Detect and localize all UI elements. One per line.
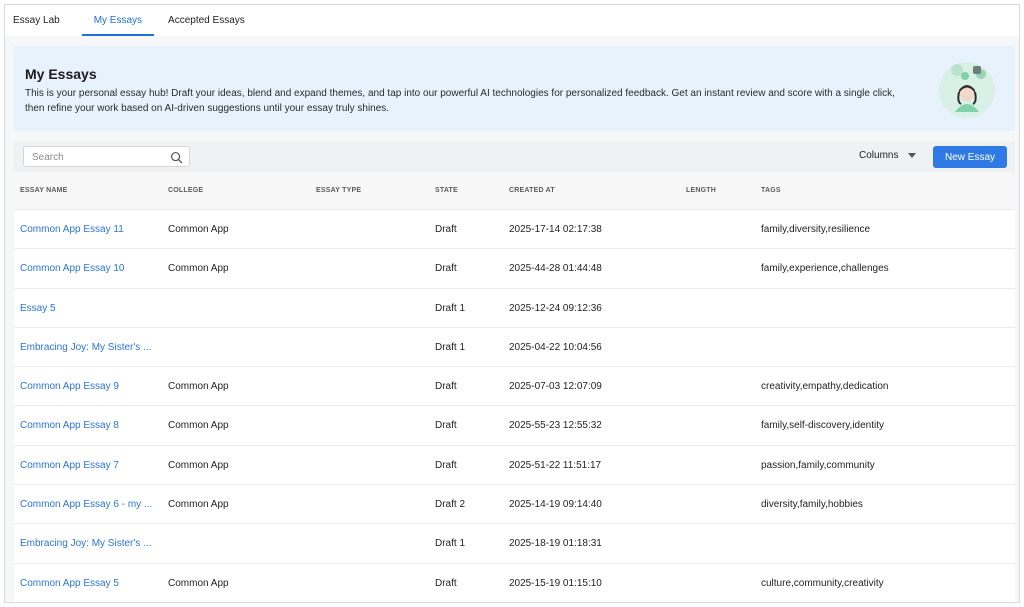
table-row[interactable]: Common App Essay 11 Common App Draft 202… <box>14 210 1015 250</box>
tags-cell: passion,family,community <box>761 459 875 471</box>
intro-description: This is your personal essay hub! Draft y… <box>25 88 895 114</box>
tab-essay-lab[interactable]: Essay Lab <box>5 5 68 36</box>
essay-name-link[interactable]: Common App Essay 7 <box>20 460 160 471</box>
tags-cell: family,diversity,resilience <box>761 224 871 235</box>
state-cell: Draft 1 <box>435 302 466 314</box>
essay-name-link[interactable]: Embracing Joy: My Sister's ... <box>20 538 160 549</box>
header-created-at[interactable]: CREATED AT <box>509 187 555 194</box>
college-cell: Common App <box>168 224 229 235</box>
essays-table: ESSAY NAME COLLEGE ESSAY TYPE STATE CREA… <box>14 172 1015 602</box>
header-length[interactable]: LENGTH <box>686 187 716 194</box>
header-tags[interactable]: TAGS <box>761 187 781 194</box>
table-toolbar: Columns New Essay <box>14 142 1015 172</box>
essay-name-link[interactable]: Common App Essay 5 <box>20 578 160 589</box>
state-cell: Draft 2 <box>435 499 466 511</box>
essay-name-link[interactable]: Common App Essay 11 <box>20 224 160 235</box>
essay-name-link[interactable]: Common App Essay 10 <box>20 263 160 274</box>
created-at-cell: 2025-44-28 01:44:48 <box>509 263 602 275</box>
tags-cell: family,self-discovery,identity <box>761 420 884 432</box>
intro-banner: My Essays This is your personal essay hu… <box>14 46 1015 131</box>
created-at-cell: 2025-14-19 09:14:40 <box>509 499 602 511</box>
table-row[interactable]: Common App Essay 10 Common App Draft 202… <box>14 249 1015 289</box>
college-cell: Common App <box>168 577 229 589</box>
created-at-cell: 2025-12-24 09:12:36 <box>509 302 602 314</box>
created-at-cell: 2025-18-19 01:18:31 <box>509 538 602 550</box>
college-cell: Common App <box>168 381 229 393</box>
tab-my-essays[interactable]: My Essays <box>81 5 155 36</box>
table-row[interactable]: Embracing Joy: My Sister's ... Draft 1 2… <box>14 327 1015 368</box>
state-cell: Draft <box>435 224 457 235</box>
essay-name-link[interactable]: Essay 5 <box>20 303 160 314</box>
columns-label: Columns <box>859 150 899 161</box>
tags-cell: family,experience,challenges <box>761 263 889 275</box>
new-essay-button[interactable]: New Essay <box>933 146 1007 168</box>
tags-cell: creativity,empathy,dedication <box>761 381 889 393</box>
table-row[interactable]: Essay 5 Draft 1 2025-12-24 09:12:36 <box>14 288 1015 328</box>
college-cell: Common App <box>168 420 229 432</box>
essay-name-link[interactable]: Embracing Joy: My Sister's ... <box>20 342 160 353</box>
state-cell: Draft <box>435 459 457 471</box>
created-at-cell: 2025-55-23 12:55:32 <box>509 420 602 432</box>
app-window: Essay Lab My Essays Accepted Essays My E… <box>4 4 1020 603</box>
created-at-cell: 2025-51-22 11:51:17 <box>509 459 602 471</box>
header-essay-type[interactable]: ESSAY TYPE <box>316 187 361 194</box>
main-content: My Essays This is your personal essay hu… <box>5 36 1019 602</box>
state-cell: Draft <box>435 420 457 432</box>
header-essay-name[interactable]: ESSAY NAME <box>20 187 68 194</box>
header-college[interactable]: COLLEGE <box>168 187 203 194</box>
state-cell: Draft <box>435 577 457 589</box>
page-title: My Essays <box>25 66 97 82</box>
created-at-cell: 2025-04-22 10:04:56 <box>509 341 602 353</box>
table-row[interactable]: Common App Essay 7 Common App Draft 2025… <box>14 445 1015 486</box>
table-header: ESSAY NAME COLLEGE ESSAY TYPE STATE CREA… <box>14 172 1015 210</box>
search-box[interactable] <box>23 146 190 167</box>
table-row[interactable]: Common App Essay 6 - my ... Common App D… <box>14 485 1015 525</box>
table-row[interactable]: Common App Essay 5 Common App Draft 2025… <box>14 563 1015 602</box>
table-row[interactable]: Common App Essay 9 Common App Draft 2025… <box>14 367 1015 407</box>
college-cell: Common App <box>168 499 229 511</box>
student-illustration-icon <box>939 62 995 118</box>
table-row[interactable]: Common App Essay 8 Common App Draft 2025… <box>14 406 1015 446</box>
tags-cell: diversity,family,hobbies <box>761 499 863 511</box>
college-cell: Common App <box>168 263 229 275</box>
header-state[interactable]: STATE <box>435 187 458 194</box>
state-cell: Draft <box>435 263 457 275</box>
created-at-cell: 2025-15-19 01:15:10 <box>509 577 602 589</box>
essay-name-link[interactable]: Common App Essay 6 - my ... <box>20 499 160 510</box>
state-cell: Draft 1 <box>435 538 466 550</box>
created-at-cell: 2025-17-14 02:17:38 <box>509 224 602 235</box>
state-cell: Draft 1 <box>435 341 466 353</box>
tab-bar: Essay Lab My Essays Accepted Essays <box>5 5 1019 36</box>
columns-dropdown[interactable]: Columns <box>859 150 917 161</box>
essay-name-link[interactable]: Common App Essay 8 <box>20 420 160 431</box>
created-at-cell: 2025-07-03 12:07:09 <box>509 381 602 393</box>
search-input[interactable] <box>32 150 162 164</box>
state-cell: Draft <box>435 381 457 393</box>
table-row[interactable]: Embracing Joy: My Sister's ... Draft 1 2… <box>14 524 1015 564</box>
caret-down-icon <box>908 153 917 158</box>
tags-cell: culture,community,creativity <box>761 577 884 589</box>
college-cell: Common App <box>168 459 229 471</box>
tab-accepted-essays[interactable]: Accepted Essays <box>160 5 253 36</box>
search-icon[interactable] <box>170 151 183 164</box>
essay-name-link[interactable]: Common App Essay 9 <box>20 381 160 392</box>
table-body: Common App Essay 11 Common App Draft 202… <box>14 210 1015 602</box>
